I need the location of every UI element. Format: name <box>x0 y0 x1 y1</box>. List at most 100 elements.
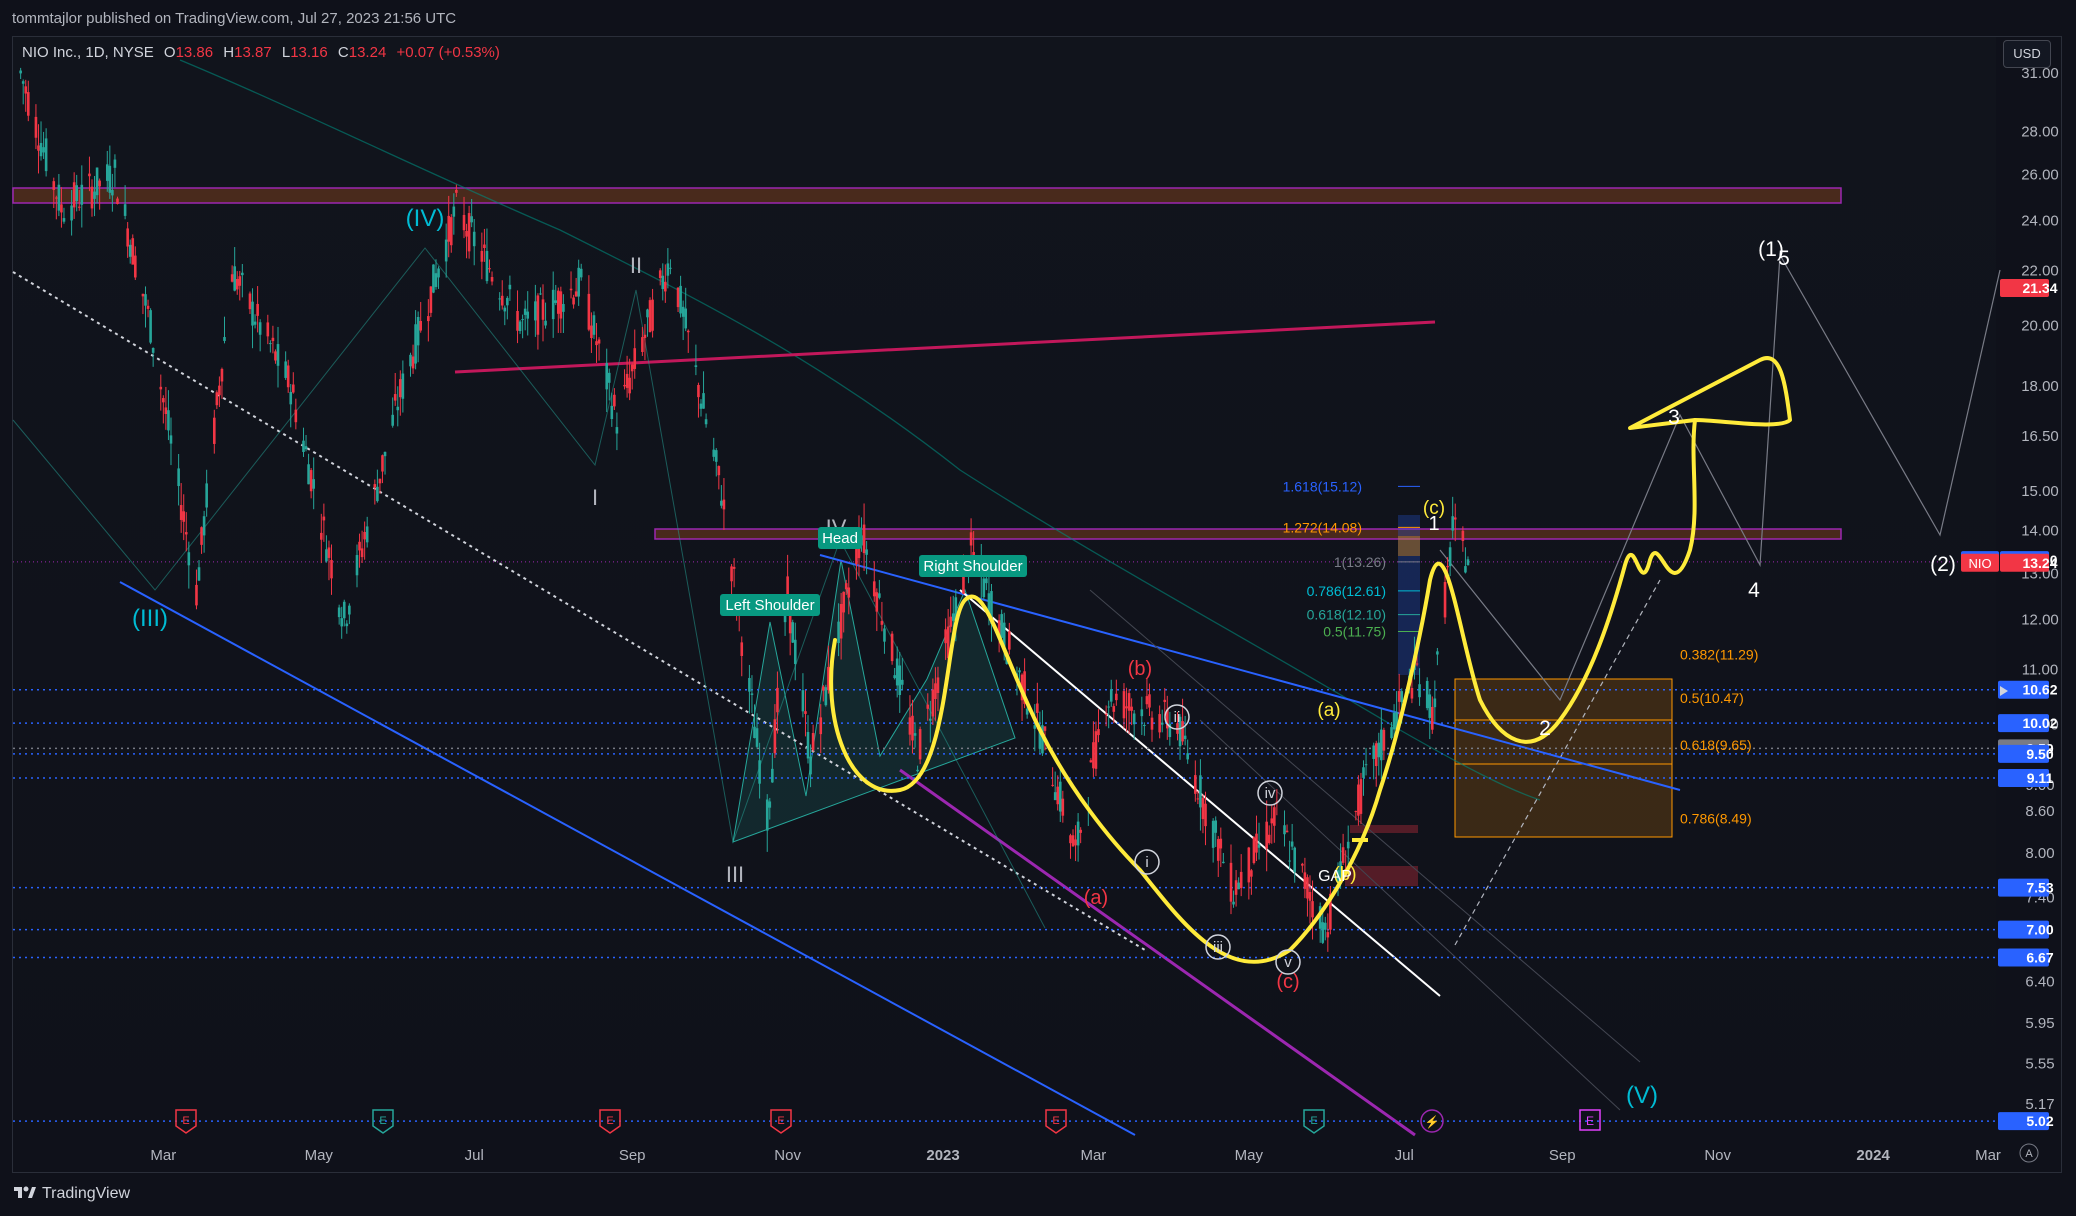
pattern-label: Right Shoulder <box>919 555 1027 577</box>
price-chart[interactable]: 1.618(15.12) 1.272(14.08) 1(13.26) 0.786(12… <box>0 0 2076 1216</box>
currency-button[interactable]: USD <box>2003 40 2051 68</box>
candle-body <box>740 642 744 656</box>
candle-body <box>648 300 652 333</box>
candle-body <box>111 189 114 196</box>
price-line-tag: 5.02 <box>1998 1112 2054 1131</box>
candle-body <box>577 267 580 297</box>
candle-body <box>1000 614 1003 638</box>
candle-body <box>1306 877 1309 899</box>
price-tick-label: 8.00 <box>2025 845 2054 862</box>
wave-label: iii <box>1213 939 1223 956</box>
candle-body <box>434 273 438 287</box>
candle-body <box>862 524 866 554</box>
wave-label: (2) <box>1930 553 1956 576</box>
wave-label: 2 <box>1539 717 1551 740</box>
candle-body <box>1112 706 1116 712</box>
candle-body <box>875 592 879 612</box>
candle-body <box>791 622 795 643</box>
fib-level-label: 0.5(11.75) <box>1323 623 1386 639</box>
price-line-tag: 7.00 <box>1998 920 2054 939</box>
candle-body <box>821 686 825 691</box>
candle-body <box>911 715 914 741</box>
candle-body <box>162 398 165 403</box>
candle-body <box>284 361 287 378</box>
candle-body <box>872 581 876 597</box>
candle-body <box>1107 706 1110 708</box>
candle-body <box>241 272 244 276</box>
candle-body <box>768 801 772 808</box>
candle-body <box>1308 892 1312 901</box>
candle-body <box>248 293 252 310</box>
candle-body <box>1425 681 1429 709</box>
candle-body <box>1372 745 1375 759</box>
candle-body <box>131 238 135 265</box>
candle-body <box>414 324 417 364</box>
candle-body <box>651 299 654 331</box>
candle-body <box>1061 798 1065 816</box>
candle-body <box>613 394 616 407</box>
candle-body <box>574 291 578 297</box>
candle-body <box>982 578 986 598</box>
candle-body <box>1211 820 1215 848</box>
svg-text:Head: Head <box>822 530 858 547</box>
high-value: 13.87 <box>234 44 272 61</box>
candle-body <box>1229 862 1233 902</box>
svg-text:Left Shoulder: Left Shoulder <box>725 597 814 614</box>
candle-body <box>256 303 259 316</box>
candle-body <box>235 278 239 290</box>
candle-body <box>1418 684 1421 698</box>
candle-body <box>1410 687 1414 699</box>
candle-body <box>1140 709 1144 717</box>
candle-body <box>1053 792 1057 801</box>
candle-body <box>1415 663 1419 665</box>
candle-body <box>144 294 147 306</box>
candle-body <box>1089 760 1093 763</box>
candle-body <box>307 464 310 485</box>
candle-body <box>658 270 662 278</box>
candle-body <box>1267 834 1271 844</box>
candle-body <box>286 365 290 388</box>
candle-body <box>340 618 344 627</box>
gap-box-small <box>1350 825 1418 833</box>
candle-body <box>819 717 823 735</box>
svg-text:7.53: 7.53 <box>2026 880 2053 896</box>
time-tick-label: May <box>305 1147 334 1164</box>
candle-body <box>1232 901 1235 905</box>
candle-body <box>541 299 545 320</box>
candle-body <box>1122 691 1126 719</box>
candle-body <box>348 605 351 615</box>
time-tick-label: Sep <box>619 1147 646 1164</box>
candle-body <box>393 394 397 401</box>
candle-body <box>1428 694 1432 718</box>
candle-body <box>302 440 305 452</box>
candle-body <box>732 566 736 569</box>
candle-body <box>773 719 777 754</box>
wave-label: I <box>592 485 598 510</box>
candle-body <box>55 197 58 199</box>
candle-body <box>105 164 109 181</box>
candle-body <box>1461 530 1465 541</box>
candle-body <box>801 690 805 712</box>
wave-label: iv <box>1265 785 1276 802</box>
fib-level-label: 1.272(14.08) <box>1283 519 1362 535</box>
wave-label: (a) <box>1084 887 1108 909</box>
candle-body <box>1382 729 1386 751</box>
candle-body <box>126 228 129 247</box>
candle-body <box>1181 721 1184 742</box>
price-tick-label: 28.00 <box>2021 124 2059 141</box>
candle-body <box>455 189 458 193</box>
auto-scale-button[interactable]: A <box>2019 1143 2039 1163</box>
candle-body <box>1069 835 1072 844</box>
candle-body <box>1377 742 1381 758</box>
candle-body <box>182 511 186 522</box>
candle-body <box>1094 731 1098 769</box>
candle-body <box>253 321 257 325</box>
candle-body <box>383 451 387 457</box>
candle-body <box>1303 872 1307 889</box>
candle-body <box>837 621 840 644</box>
candle-body <box>643 334 647 338</box>
candle-body <box>1163 699 1167 703</box>
candle-body <box>75 185 79 202</box>
price-tag-value: 21.34 <box>2022 280 2057 296</box>
candle-body <box>503 307 507 312</box>
